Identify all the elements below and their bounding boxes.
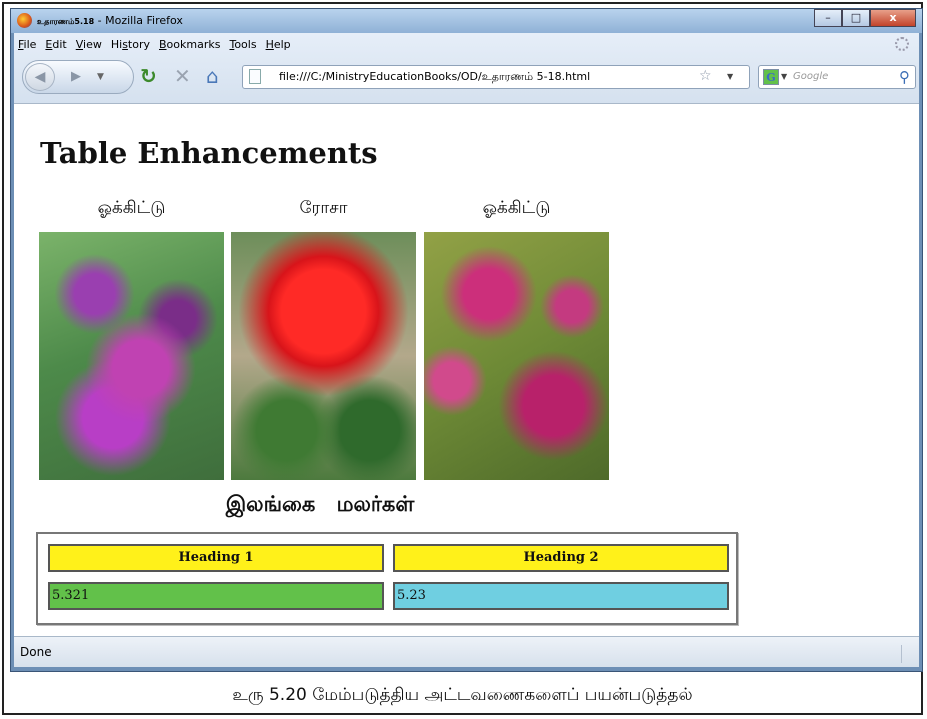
menu-bar: File Edit View History Bookmarks Tools H… <box>14 33 919 55</box>
search-icon[interactable]: ⚲ <box>899 68 910 86</box>
window-title-app: - Mozilla Firefox <box>94 14 183 27</box>
table-header-2: Heading 2 <box>393 544 729 572</box>
stop-button[interactable]: ✕ <box>174 63 191 89</box>
address-url: file:///C:/MinistryEducationBooks/OD/உதா… <box>279 70 591 83</box>
table-cell-2: 5.23 <box>393 582 729 610</box>
browser-window: உதாரணம்5.18 - Mozilla Firefox – □ x File… <box>10 8 923 672</box>
firefox-icon <box>17 13 32 28</box>
menu-edit[interactable]: Edit <box>45 38 66 51</box>
minimize-button[interactable]: – <box>814 9 842 27</box>
title-bar: உதாரணம்5.18 - Mozilla Firefox – □ x <box>11 9 922 33</box>
image-caption-1: ஓக்கிட்டு <box>97 198 166 218</box>
search-engine-dropdown-icon[interactable]: ▼ <box>781 72 787 81</box>
search-placeholder: Google <box>793 71 829 82</box>
menu-file[interactable]: File <box>18 38 36 51</box>
page-icon <box>249 69 261 84</box>
url-dropdown-icon[interactable]: ▼ <box>727 72 733 81</box>
window-title: உதாரணம்5.18 - Mozilla Firefox <box>37 14 183 27</box>
image-caption-2: ரோசா <box>299 198 348 218</box>
menu-tools[interactable]: Tools <box>229 38 256 51</box>
table-caption: இலங்கை மலர்கள் <box>225 492 415 516</box>
browser-chrome: File Edit View History Bookmarks Tools H… <box>14 33 919 103</box>
history-dropdown-icon[interactable]: ▼ <box>97 67 104 87</box>
data-table: Heading 1 Heading 2 5.321 5.23 <box>36 532 738 625</box>
page-heading: Table Enhancements <box>40 136 378 170</box>
orchid-photo-1 <box>39 232 224 480</box>
menu-bookmarks[interactable]: Bookmarks <box>159 38 220 51</box>
back-button[interactable]: ◀ <box>25 63 55 91</box>
close-button[interactable]: x <box>870 9 916 27</box>
figure-frame: உதாரணம்5.18 - Mozilla Firefox – □ x File… <box>2 2 923 715</box>
table-header-1: Heading 1 <box>48 544 384 572</box>
resize-grip[interactable] <box>901 645 916 663</box>
menu-view[interactable]: View <box>76 38 102 51</box>
maximize-button[interactable]: □ <box>842 9 870 27</box>
address-bar[interactable]: file:///C:/MinistryEducationBooks/OD/உதா… <box>242 65 750 89</box>
home-button[interactable]: ⌂ <box>206 63 219 89</box>
search-engine-icon[interactable]: G <box>763 69 779 85</box>
status-text: Done <box>20 645 52 659</box>
bookmark-star-icon[interactable]: ☆ <box>699 68 712 84</box>
menu-help[interactable]: Help <box>266 38 291 51</box>
forward-button[interactable]: ▶ <box>59 67 93 87</box>
orchid-photo-2 <box>424 232 609 480</box>
back-forward-group: ◀ ▶ ▼ <box>22 60 134 94</box>
status-bar: Done <box>14 636 919 667</box>
rose-photo <box>231 232 416 480</box>
throbber-icon <box>895 37 909 51</box>
search-box[interactable]: G ▼ Google ⚲ <box>758 65 916 89</box>
table-cell-1: 5.321 <box>48 582 384 610</box>
navigation-toolbar: ◀ ▶ ▼ ↻ ✕ ⌂ file:///C:/MinistryEducation… <box>14 55 919 99</box>
image-caption-3: ஓக்கிட்டு <box>482 198 551 218</box>
window-controls: – □ x <box>814 9 916 28</box>
page-content: Table Enhancements ஓக்கிட்டு ரோசா ஓக்கிட… <box>14 103 919 637</box>
menu-history[interactable]: History <box>111 38 150 51</box>
reload-button[interactable]: ↻ <box>140 63 157 89</box>
figure-caption: உரு 5.20 மேம்படுத்திய அட்டவணைகளைப் பயன்ப… <box>232 685 693 705</box>
window-title-prefix: உதாரணம்5.18 <box>37 17 95 26</box>
